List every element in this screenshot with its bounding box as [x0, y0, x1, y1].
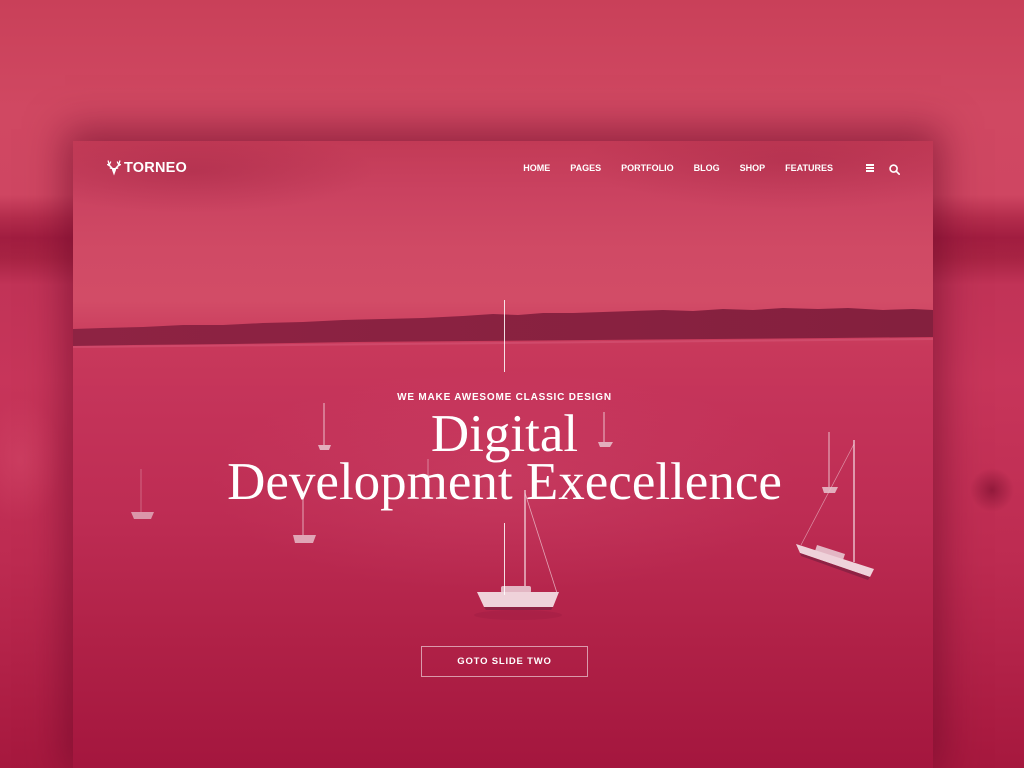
hero-title-line-2: Development Execellence — [227, 453, 782, 511]
hero-divider-top — [504, 300, 505, 372]
hero-divider-bottom — [504, 523, 505, 595]
website-preview: TORNEO HOME PAGES PORTFOLIO BLOG SHOP FE… — [73, 141, 933, 768]
goto-slide-two-button[interactable]: GOTO SLIDE TWO — [421, 646, 588, 677]
hero-tagline: WE MAKE AWESOME CLASSIC DESIGN — [397, 392, 612, 403]
hero-slide: WE MAKE AWESOME CLASSIC DESIGN Digital D… — [73, 141, 933, 768]
